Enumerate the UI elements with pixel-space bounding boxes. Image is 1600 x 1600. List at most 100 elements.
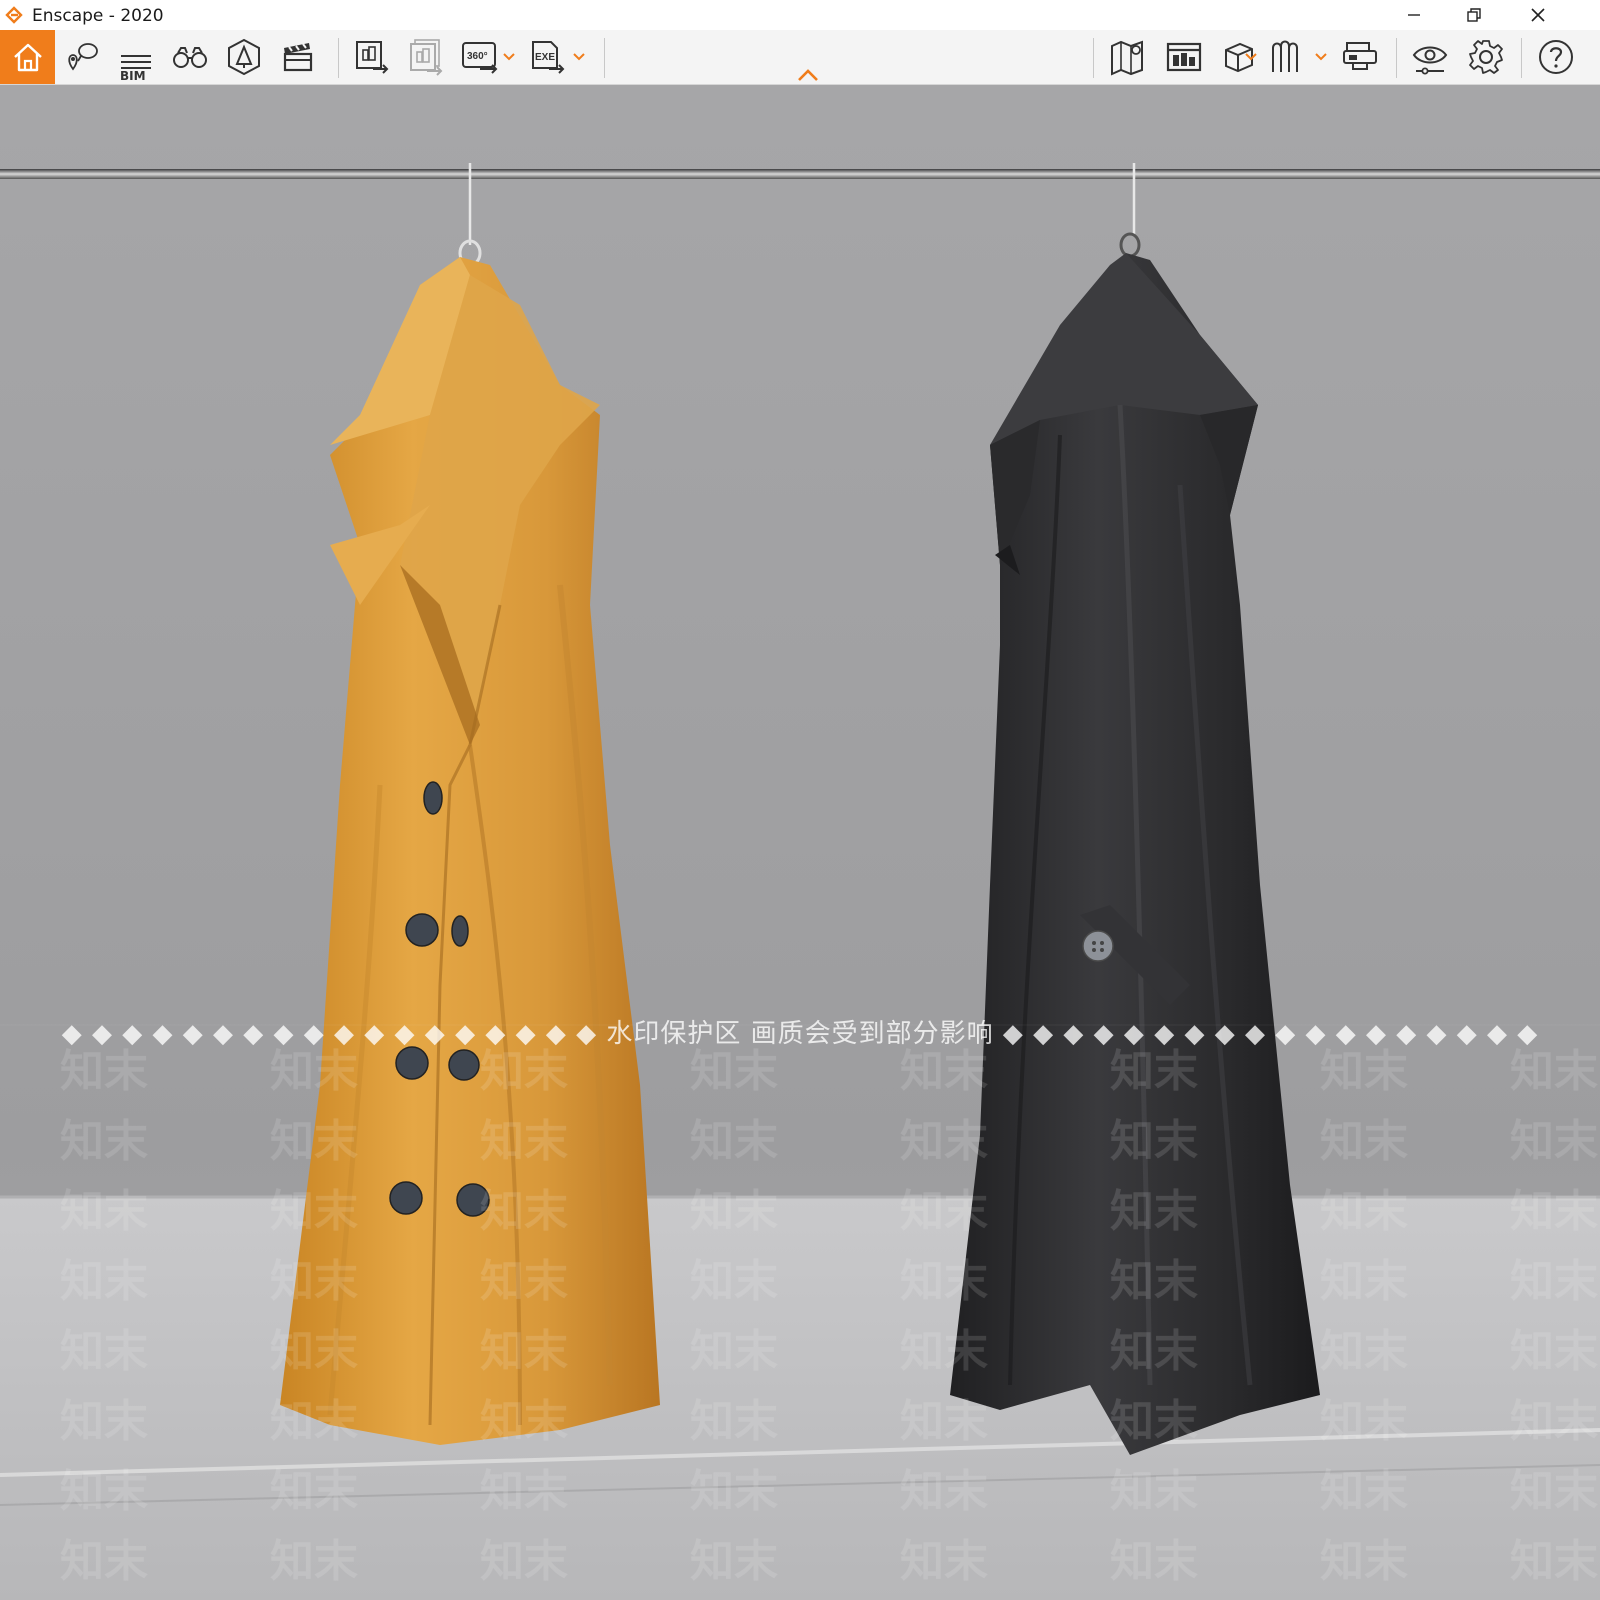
toolbar-separator — [1093, 38, 1094, 78]
watermark-tile: 知末 — [1320, 1326, 1408, 1377]
watermark-tile: 知末 — [1510, 1536, 1598, 1587]
vr-button[interactable] — [1334, 30, 1386, 84]
watermark-tile: 知末 — [1110, 1046, 1198, 1097]
watermark-tile: 知末 — [1320, 1396, 1408, 1447]
asset-library-icon — [228, 38, 260, 76]
watermark-tile: 知末 — [900, 1256, 988, 1307]
render-viewport[interactable]: ◆ ◆ ◆ ◆ ◆ ◆ ◆ ◆ ◆ ◆ ◆ ◆ ◆ ◆ ◆ ◆ ◆ ◆ 水印保护… — [0, 85, 1600, 1600]
minimap-button[interactable] — [1102, 30, 1154, 84]
watermark-tile: 知末 — [690, 1466, 778, 1517]
gallery-dropdown-caret[interactable] — [1314, 50, 1328, 64]
watermark-tile: 知末 — [60, 1256, 148, 1307]
home-button[interactable] — [0, 30, 55, 84]
watermark-tile: 知末 — [690, 1186, 778, 1237]
toolbar-separator — [604, 38, 605, 78]
visual-settings-button[interactable] — [1404, 30, 1456, 84]
watermark-tile: 知末 — [60, 1326, 148, 1377]
batch-export-icon — [410, 39, 443, 76]
watermark-tile: 知末 — [1110, 1466, 1198, 1517]
watermark-tile: 知末 — [60, 1186, 148, 1237]
panorama-dropdown-caret[interactable] — [502, 50, 516, 64]
gallery-icon — [1272, 40, 1298, 72]
web-standalone-button[interactable] — [1158, 30, 1210, 84]
coat-button — [1082, 930, 1114, 962]
watermark-tile: 知末 — [480, 1466, 568, 1517]
map-icon — [1111, 40, 1143, 76]
watermark-tile: 知末 — [1510, 1186, 1598, 1237]
clapperboard-icon — [283, 43, 313, 72]
watermark-tile: 知末 — [1110, 1326, 1198, 1377]
watermark-tile: 知末 — [270, 1466, 358, 1517]
settings-button[interactable] — [1460, 30, 1512, 84]
web-standalone-icon — [1166, 42, 1202, 72]
cube-dropdown-caret[interactable] — [1244, 50, 1258, 64]
watermark-tile: 知末 — [60, 1536, 148, 1587]
restore-button[interactable] — [1446, 0, 1502, 30]
watermark-tile: 知末 — [1510, 1396, 1598, 1447]
views-button[interactable] — [56, 30, 108, 84]
window-title: Enscape - 2020 — [32, 6, 164, 26]
watermark-tile: 知末 — [1320, 1256, 1408, 1307]
watermark-tile: 知末 — [1320, 1116, 1408, 1167]
watermark-tile: 知末 — [1320, 1186, 1408, 1237]
video-editor-button[interactable] — [272, 30, 324, 84]
toolbar-separator — [338, 38, 339, 78]
help-icon — [1539, 40, 1573, 74]
watermark-tile: 知末 — [1320, 1046, 1408, 1097]
home-icon — [13, 43, 42, 72]
enscape-logo-icon — [5, 6, 23, 24]
watermark-tile: 知末 — [900, 1466, 988, 1517]
watermark-tile: 知末 — [270, 1256, 358, 1307]
exe-export-button[interactable]: EXE — [522, 30, 574, 84]
toolbar-separator — [1521, 38, 1522, 78]
panorama-360-icon: 360° — [462, 42, 498, 74]
binoculars-button[interactable] — [164, 30, 216, 84]
render-export-button[interactable] — [346, 30, 398, 84]
collapse-toolbar-icon[interactable] — [797, 68, 819, 82]
minimize-icon — [1408, 14, 1420, 16]
asset-library-button[interactable] — [218, 30, 270, 84]
watermark-tile: 知末 — [1110, 1116, 1198, 1167]
watermark-tile: 知末 — [480, 1256, 568, 1307]
panorama-360-button[interactable]: 360° — [454, 30, 506, 84]
watermark-tile: 知末 — [900, 1186, 988, 1237]
eye-settings-icon — [1412, 46, 1448, 75]
watermark-tile: 知末 — [900, 1396, 988, 1447]
chevron-down-icon — [1315, 53, 1327, 61]
watermark-tile: 知末 — [900, 1046, 988, 1097]
close-icon — [1531, 8, 1545, 22]
watermark-tile: 知末 — [690, 1326, 778, 1377]
panorama-gallery-button[interactable] — [1262, 30, 1314, 84]
watermark-tile: 知末 — [480, 1186, 568, 1237]
watermark-tile: 知末 — [480, 1326, 568, 1377]
vr-headset-icon — [1343, 42, 1377, 70]
watermark-tile: 知末 — [60, 1396, 148, 1447]
watermark-tile: 知末 — [480, 1116, 568, 1167]
exe-export-icon: EXE — [532, 41, 565, 74]
watermark-tile: 知末 — [690, 1396, 778, 1447]
chevron-down-icon — [573, 53, 585, 61]
watermark-tile: 知末 — [690, 1536, 778, 1587]
render-export-icon — [356, 41, 389, 74]
watermark-tile: 知末 — [270, 1186, 358, 1237]
toolbar-separator — [1396, 38, 1397, 78]
exe-dropdown-caret[interactable] — [572, 50, 586, 64]
watermark-tile: 知末 — [1110, 1396, 1198, 1447]
chevron-down-icon — [1245, 53, 1257, 61]
watermark-tile: 知末 — [1510, 1466, 1598, 1517]
watermark-tile: 知末 — [60, 1046, 148, 1097]
watermark-tile: 知末 — [270, 1536, 358, 1587]
watermark-tile: 知末 — [1510, 1256, 1598, 1307]
title-bar: Enscape - 2020 — [0, 0, 1600, 30]
watermark-tile: 知末 — [690, 1046, 778, 1097]
close-button[interactable] — [1510, 0, 1566, 30]
minimize-button[interactable] — [1386, 0, 1442, 30]
watermark-tile: 知末 — [1320, 1466, 1408, 1517]
watermark-tile: 知末 — [1510, 1116, 1598, 1167]
watermark-tile: 知末 — [1510, 1326, 1598, 1377]
restore-icon — [1467, 8, 1481, 22]
batch-export-button[interactable] — [400, 30, 452, 84]
gear-icon — [1469, 40, 1503, 74]
help-button[interactable] — [1530, 30, 1582, 84]
watermark-tile: 知末 — [480, 1396, 568, 1447]
